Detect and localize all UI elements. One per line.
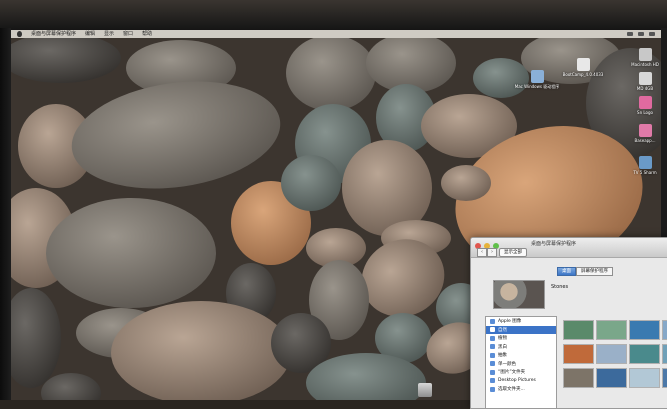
hard-drive-icon xyxy=(638,48,652,61)
menu-window[interactable]: 窗口 xyxy=(123,30,133,38)
folder-icon xyxy=(490,361,495,367)
source-item-apple-images[interactable]: Apple 图像 xyxy=(486,317,556,326)
dock-app-icon[interactable] xyxy=(418,383,432,397)
desktop-icon-macintosh-hd[interactable]: Macintosh HD xyxy=(623,48,661,67)
menu-edit[interactable]: 编辑 xyxy=(85,30,95,38)
source-item-plants[interactable]: 植物 xyxy=(486,334,556,343)
tab-screen-saver[interactable]: 屏幕保护程序 xyxy=(576,267,613,276)
app-icon xyxy=(638,156,652,169)
folder-icon xyxy=(490,378,495,384)
desktop-icon-tv[interactable]: TV 5 Sharm xyxy=(623,156,661,175)
source-item-nature[interactable]: 自然 xyxy=(486,325,556,334)
wallpaper-thumbnail[interactable] xyxy=(629,344,660,364)
forward-arrow-icon[interactable]: › xyxy=(487,248,497,257)
document-icon xyxy=(576,58,590,71)
menu-app-name[interactable]: 桌面与屏幕保护程序 xyxy=(31,30,76,38)
volume-status-icon[interactable] xyxy=(638,32,644,36)
wallpaper-thumbnail[interactable] xyxy=(662,320,667,340)
mac-menu-bar: 桌面与屏幕保护程序 编辑 显示 窗口 帮助 xyxy=(11,30,661,38)
wallpaper-thumbnail[interactable] xyxy=(596,344,627,364)
folder-icon xyxy=(490,352,495,358)
current-wallpaper-name: Stones xyxy=(551,284,569,290)
back-arrow-icon[interactable]: ‹ xyxy=(477,248,487,257)
wallpaper-thumbnail[interactable] xyxy=(629,368,660,388)
image-file-icon xyxy=(638,96,652,109)
desktop-icon-baseapp[interactable]: Baseapp... xyxy=(623,124,661,143)
wallpaper-thumbnail[interactable] xyxy=(629,320,660,340)
current-wallpaper-preview xyxy=(493,280,545,309)
folder-icon xyxy=(490,335,495,341)
drive-icon xyxy=(638,72,652,85)
folder-icon xyxy=(490,327,495,333)
spotlight-icon[interactable] xyxy=(649,32,655,36)
desktop-icon-sn-logo[interactable]: Sn Logo xyxy=(623,96,661,115)
show-all-button[interactable]: 显示全部 xyxy=(499,248,527,257)
menu-view[interactable]: 显示 xyxy=(104,30,114,38)
source-item-black-white[interactable]: 黑白 xyxy=(486,343,556,352)
source-item-choose-folder[interactable]: 选取文件夹... xyxy=(486,385,556,394)
desktop-icon-md-4gb[interactable]: MD 4GB xyxy=(623,72,661,91)
folder-icon xyxy=(490,344,495,350)
wallpaper-thumbnail[interactable] xyxy=(563,320,594,340)
wallpaper-source-list: Apple 图像 自然 植物 黑白 抽象 单一颜色 “图片”文件夹 Deskto… xyxy=(485,316,557,408)
disk-image-icon xyxy=(530,70,544,83)
source-item-desktop-pictures[interactable]: Desktop Pictures xyxy=(486,377,556,386)
wallpaper-thumbnail[interactable] xyxy=(596,368,627,388)
folder-icon xyxy=(490,386,495,392)
source-item-abstract[interactable]: 抽象 xyxy=(486,351,556,360)
wallpaper-thumbnail[interactable] xyxy=(563,344,594,364)
apple-menu-icon[interactable] xyxy=(17,31,22,37)
tab-desktop[interactable]: 桌面 xyxy=(557,267,576,276)
wallpaper-thumbnail[interactable] xyxy=(662,368,667,388)
desktop-preferences-window: 桌面与屏幕保护程序 ‹ › 显示全部 桌面 屏幕保护程序 Stones Appl… xyxy=(470,237,667,409)
wallpaper-thumbnail[interactable] xyxy=(596,320,627,340)
image-file-icon xyxy=(638,124,652,137)
desktop-icon-windows-drivers[interactable]: Mac Windows 驱动程序 xyxy=(515,70,559,90)
monitor-bezel-left xyxy=(0,28,11,400)
prefs-tab-bar: 桌面 屏幕保护程序 xyxy=(557,267,613,276)
menu-help[interactable]: 帮助 xyxy=(142,30,152,38)
folder-icon xyxy=(490,369,495,375)
wallpaper-thumbnail-grid xyxy=(563,320,667,388)
window-titlebar[interactable]: 桌面与屏幕保护程序 ‹ › 显示全部 xyxy=(471,238,667,258)
desktop-icon-bootcamp[interactable]: BootCamp_4.0.4033 xyxy=(561,58,605,77)
source-item-pictures-folder[interactable]: “图片”文件夹 xyxy=(486,368,556,377)
wifi-status-icon[interactable] xyxy=(627,32,633,36)
wallpaper-thumbnail[interactable] xyxy=(563,368,594,388)
apple-icon xyxy=(490,318,495,324)
monitor-bezel-top xyxy=(0,0,667,30)
wallpaper-thumbnail[interactable] xyxy=(662,344,667,364)
source-item-solid-colors[interactable]: 单一颜色 xyxy=(486,360,556,369)
window-title: 桌面与屏幕保护程序 xyxy=(531,241,577,247)
